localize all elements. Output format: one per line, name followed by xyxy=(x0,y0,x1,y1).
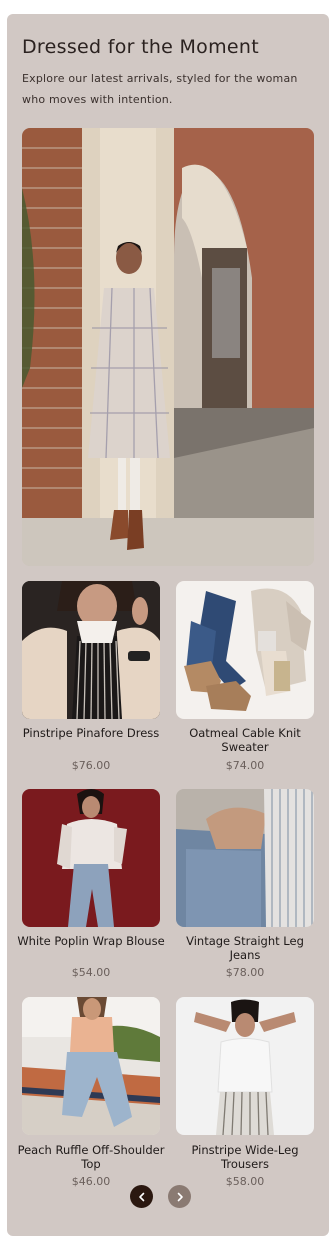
chevron-right-icon xyxy=(175,1192,185,1202)
carousel-next-button[interactable] xyxy=(168,1185,191,1208)
product-name[interactable]: Vintage Straight Leg Jeans xyxy=(170,934,320,962)
product-image[interactable] xyxy=(22,581,160,719)
hero-image[interactable] xyxy=(22,128,314,566)
product-price: $76.00 xyxy=(71,759,111,772)
carousel-prev-button[interactable] xyxy=(130,1185,153,1208)
product-name[interactable]: Pinstripe Pinafore Dress xyxy=(16,726,166,740)
chevron-left-icon xyxy=(137,1192,147,1202)
product-price: $54.00 xyxy=(71,966,111,979)
product-price: $58.00 xyxy=(225,1175,265,1188)
collection-card: Dressed for the Moment Explore our lates… xyxy=(7,14,329,1236)
section-subtitle: Explore our latest arrivals, styled for … xyxy=(22,72,298,106)
product-image[interactable] xyxy=(22,789,160,927)
product-image[interactable] xyxy=(176,997,314,1135)
product-image[interactable] xyxy=(22,997,160,1135)
section-title: Dressed for the Moment xyxy=(22,36,259,58)
product-price: $78.00 xyxy=(225,966,265,979)
product-name[interactable]: Peach Ruffle Off-Shoulder Top xyxy=(16,1143,166,1171)
product-image[interactable] xyxy=(176,581,314,719)
product-price: $74.00 xyxy=(225,759,265,772)
product-name[interactable]: Pinstripe Wide-Leg Trousers xyxy=(170,1143,320,1171)
product-image[interactable] xyxy=(176,789,314,927)
product-name[interactable]: White Poplin Wrap Blouse xyxy=(16,934,166,948)
product-name[interactable]: Oatmeal Cable Knit Sweater xyxy=(170,726,320,754)
